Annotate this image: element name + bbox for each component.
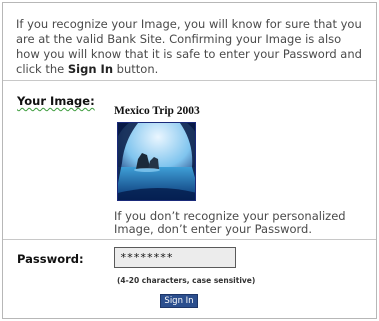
sea-arch-photo	[118, 123, 195, 200]
divider-bottom	[3, 239, 376, 240]
intro-text-end: button.	[113, 62, 159, 76]
image-warning-text: If you don’t recognize your personalized…	[114, 209, 346, 236]
password-hint: (4-20 characters, case sensitive)	[117, 276, 256, 285]
personal-image	[117, 122, 196, 201]
intro-text: If you recognize your Image, you will kn…	[16, 17, 366, 77]
sign-in-button[interactable]: Sign In	[160, 294, 198, 308]
your-image-label: Your Image:	[17, 94, 95, 108]
your-image-label-text: Your Image:	[17, 94, 95, 108]
image-caption: Mexico Trip 2003	[114, 105, 200, 117]
sitekey-panel: If you recognize your Image, you will kn…	[2, 2, 377, 319]
divider-top	[3, 80, 376, 81]
password-field[interactable]	[114, 247, 236, 268]
password-label: Password:	[17, 252, 84, 266]
intro-sign-in-emphasis: Sign In	[67, 62, 114, 76]
